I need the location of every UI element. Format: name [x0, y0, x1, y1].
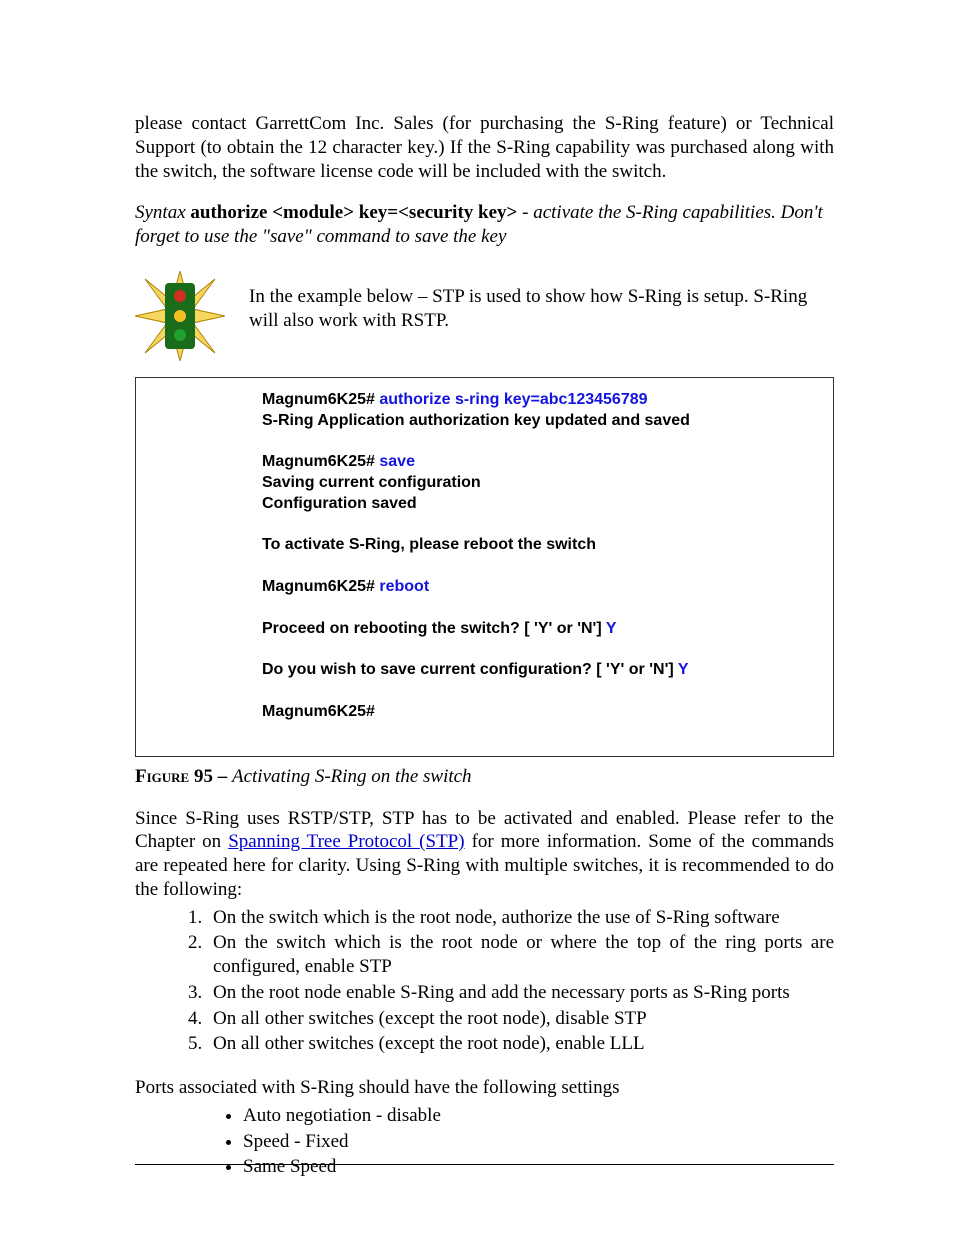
term-response: Configuration saved [262, 494, 813, 515]
term-cmd-save: save [379, 453, 415, 470]
figure-caption: Figure 95 – Activating S-Ring on the swi… [135, 765, 834, 789]
term-prompt-question: Do you wish to save current configuratio… [262, 661, 678, 678]
step-item: On all other switches (except the root n… [207, 1007, 834, 1031]
settings-intro: Ports associated with S-Ring should have… [135, 1076, 834, 1100]
term-response: S-Ring Application authorization key upd… [262, 411, 813, 432]
syntax-line: Syntax authorize <module> key=<security … [135, 201, 834, 249]
term-prompt-question: Proceed on rebooting the switch? [ 'Y' o… [262, 620, 606, 637]
term-prompt: Magnum6K25# [262, 453, 379, 470]
term-prompt: Magnum6K25# [262, 391, 379, 408]
step-item: On the root node enable S-Ring and add t… [207, 981, 834, 1005]
step-item: On all other switches (except the root n… [207, 1032, 834, 1056]
settings-item: Same Speed [243, 1155, 834, 1179]
settings-item: Speed - Fixed [243, 1130, 834, 1154]
footer-rule [135, 1164, 834, 1165]
stp-link[interactable]: Spanning Tree Protocol (STP) [228, 831, 464, 852]
term-cmd-reboot: reboot [379, 578, 429, 595]
step-item: On the switch which is the root node or … [207, 931, 834, 979]
figure-text: Activating S-Ring on the switch [232, 766, 472, 787]
example-row: In the example below – STP is used to sh… [135, 271, 834, 361]
term-prompt: Magnum6K25# [262, 702, 813, 723]
settings-list: Auto negotiation - disable Speed - Fixed… [135, 1104, 834, 1179]
term-input-y: Y [678, 661, 689, 678]
traffic-light-icon [135, 271, 225, 361]
steps-list: On the switch which is the root node, au… [135, 906, 834, 1057]
document-page: please contact GarrettCom Inc. Sales (fo… [0, 0, 954, 1235]
settings-item: Auto negotiation - disable [243, 1104, 834, 1128]
syntax-label: Syntax [135, 202, 190, 223]
example-note: In the example below – STP is used to sh… [249, 271, 834, 333]
syntax-command: authorize <module> key=<security key> [190, 202, 517, 223]
term-input-y: Y [606, 620, 617, 637]
step-item: On the switch which is the root node, au… [207, 906, 834, 930]
term-response: Saving current configuration [262, 473, 813, 494]
after-figure-paragraph: Since S-Ring uses RSTP/STP, STP has to b… [135, 807, 834, 902]
term-cmd-authorize: authorize s-ring key=abc123456789 [379, 391, 647, 408]
intro-paragraph: please contact GarrettCom Inc. Sales (fo… [135, 112, 834, 183]
term-prompt: Magnum6K25# [262, 578, 379, 595]
term-response: To activate S-Ring, please reboot the sw… [262, 535, 813, 556]
terminal-output: Magnum6K25# authorize s-ring key=abc1234… [135, 377, 834, 757]
figure-label: Figure 95 – [135, 766, 232, 787]
